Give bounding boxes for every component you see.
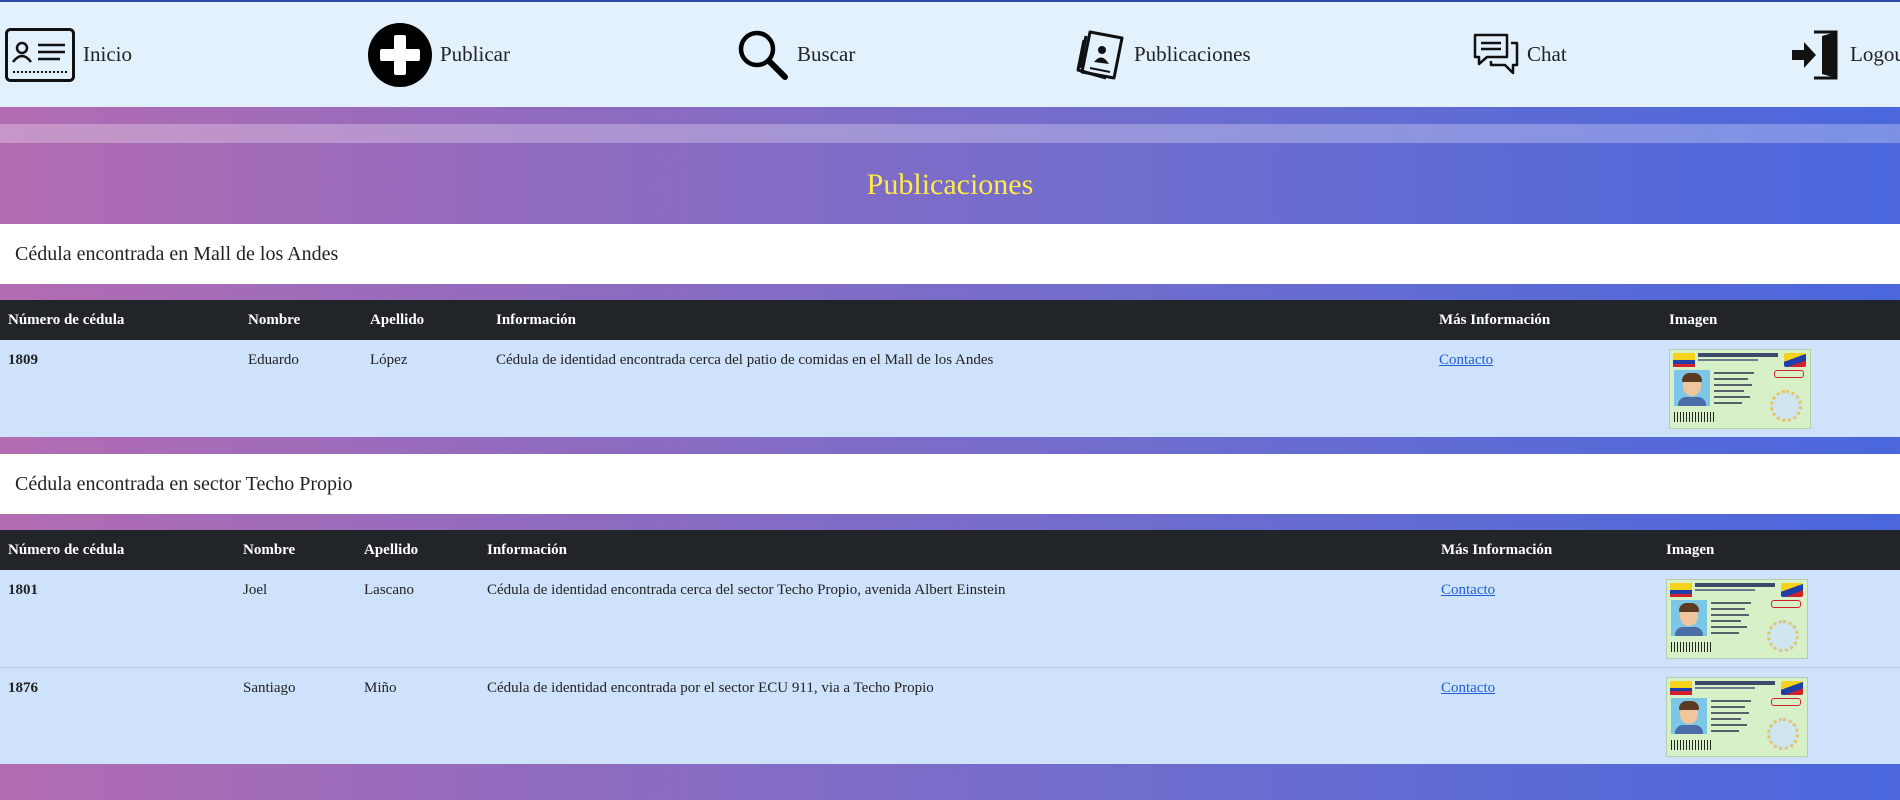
cell-imagen [1658,666,1900,764]
nav-publicaciones-label: Publicaciones [1134,42,1251,66]
page-title: Publicaciones [866,168,1034,201]
navbar: Inicio Publicar Buscar Publicaciones Cha… [0,0,1900,107]
col-mas-info-header: Más Información [1439,311,1551,328]
col-mas-info-header: Más Información [1441,541,1553,558]
col-nombre-header: Nombre [248,311,301,328]
cell-nombre: Eduardo [248,352,299,368]
col-apellido-header: Apellido [370,311,425,328]
col-informacion-header: Información [487,541,567,558]
decorative-band [0,124,1900,143]
nav-publicar-label: Publicar [440,42,510,66]
nav-logout[interactable]: Logout [1790,2,1900,107]
table-row: 1801 Joel Lascano Cédula de identidad en… [0,570,1900,667]
plus-circle-icon [368,22,432,87]
col-nombre-header: Nombre [243,541,296,558]
nav-publicar[interactable]: Publicar [368,2,510,107]
cell-informacion: Cédula de identidad encontrada por el se… [479,666,1433,764]
id-card-image[interactable] [1669,349,1811,429]
nav-chat[interactable]: Chat [1473,2,1567,107]
cell-apellido: Miño [356,666,479,764]
col-imagen-header: Imagen [1669,311,1718,328]
table-row: 1876 Santiago Miño Cédula de identidad e… [0,666,1900,764]
cell-informacion: Cédula de identidad encontrada cerca del… [496,352,994,368]
col-imagen-header: Imagen [1666,541,1715,558]
contacto-link[interactable]: Contacto [1441,680,1495,696]
cell-imagen [1658,570,1900,667]
table-row: 1809 Eduardo López Cédula de identidad e… [0,340,1900,437]
nav-publicaciones[interactable]: Publicaciones [1076,2,1251,107]
cell-nombre: Santiago [235,666,356,764]
cell-imagen [1661,340,1900,437]
cell-numero: 1876 [0,666,235,764]
cell-mas-info: Contacto [1433,570,1658,667]
cell-informacion: Cédula de identidad encontrada cerca del… [487,582,1006,598]
newspaper-icon [1076,30,1124,79]
post-title: Cédula encontrada en sector Techo Propio [0,454,1900,514]
cell-mas-info: Contacto [1433,666,1658,764]
search-icon [738,30,788,80]
id-card-icon [5,27,75,82]
chat-bubbles-icon [1473,33,1519,74]
cell-mas-info: Contacto [1431,340,1661,437]
publication-table: Número de cédula Nombre Apellido Informa… [0,530,1900,764]
col-informacion-header: Información [496,311,576,328]
id-card-image[interactable] [1666,676,1808,757]
table-header-row: Número de cédula Nombre Apellido Informa… [0,300,1900,340]
nav-inicio-label: Inicio [83,42,132,66]
publication-table: Número de cédula Nombre Apellido Informa… [0,300,1900,437]
cell-nombre: Joel [243,582,268,598]
cell-numero: 1809 [8,352,38,368]
nav-logout-label: Logout [1850,42,1900,66]
cell-apellido: López [370,352,408,368]
contacto-link[interactable]: Contacto [1441,582,1495,598]
col-numero-header: Número de cédula [8,541,125,558]
cell-apellido: Lascano [364,582,414,598]
nav-buscar-label: Buscar [797,42,856,66]
id-card-image[interactable] [1666,579,1808,659]
post-title: Cédula encontrada en Mall de los Andes [0,224,1900,284]
col-apellido-header: Apellido [364,541,419,558]
cell-numero: 1801 [8,582,38,598]
table-header-row: Número de cédula Nombre Apellido Informa… [0,530,1900,570]
door-exit-icon [1792,30,1838,79]
contacto-link[interactable]: Contacto [1439,352,1493,368]
col-numero-header: Número de cédula [8,311,125,328]
nav-buscar[interactable]: Buscar [737,2,855,107]
nav-inicio[interactable]: Inicio [5,2,132,107]
nav-chat-label: Chat [1527,42,1567,66]
